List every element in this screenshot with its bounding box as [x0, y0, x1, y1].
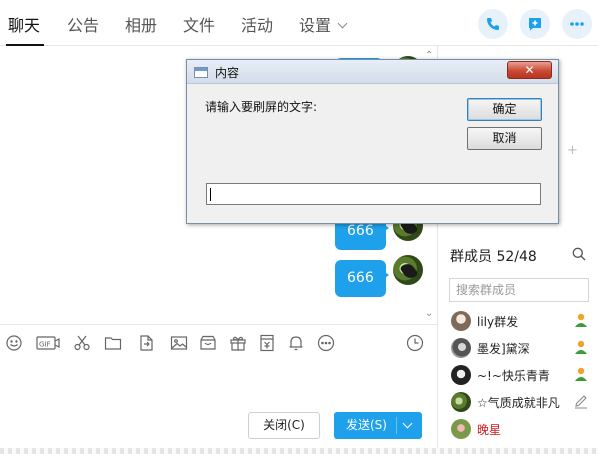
- message-text: 666: [347, 270, 374, 286]
- member-item[interactable]: ~!~快乐青青: [449, 362, 598, 388]
- member-item[interactable]: 晚星: [449, 416, 598, 442]
- plus-icon[interactable]: +: [567, 143, 578, 158]
- member-search-box: [449, 278, 589, 302]
- cancel-button[interactable]: 取消: [467, 127, 542, 150]
- edit-icon[interactable]: [573, 393, 589, 413]
- members-title: 群成员 52/48: [450, 249, 537, 265]
- more-button[interactable]: [562, 9, 592, 39]
- avatar: [451, 392, 471, 412]
- avatar: [393, 255, 423, 285]
- member-name: 晚星: [477, 423, 502, 437]
- avatar: [451, 311, 471, 331]
- tab-settings-label: 设置: [299, 16, 332, 35]
- member-item[interactable]: ☆气质成就非凡: [449, 389, 598, 415]
- member-name: lily群发: [477, 315, 519, 329]
- gif-label: GIF: [39, 341, 51, 349]
- add-app-icon: [529, 18, 541, 31]
- shop-icon[interactable]: [199, 334, 217, 352]
- tab-bar: 聊天 公告 相册 文件 活动 设置: [0, 0, 598, 46]
- avatar: [451, 365, 471, 385]
- send-button-label: 发送(S): [346, 418, 387, 432]
- emoji-icon[interactable]: [5, 334, 23, 352]
- more-icon: [570, 22, 584, 26]
- image-icon[interactable]: [170, 334, 188, 352]
- member-item[interactable]: 墨发]黛深: [449, 335, 598, 361]
- send-divider: [396, 417, 397, 434]
- admin-icon: [573, 339, 589, 359]
- chevron-down-icon[interactable]: [402, 418, 413, 429]
- dialog-text-field: [206, 183, 541, 205]
- tab-announcement[interactable]: 公告: [67, 16, 99, 36]
- message-bubble[interactable]: 666: [335, 260, 386, 297]
- message-input[interactable]: [0, 360, 437, 410]
- member-name: 墨发]黛深: [477, 342, 530, 356]
- input-toolbar: GIF: [0, 324, 437, 360]
- dialog-text-input[interactable]: [207, 184, 540, 204]
- tab-activity[interactable]: 活动: [241, 16, 273, 36]
- dialog-close-button[interactable]: ✕: [507, 61, 552, 79]
- screenshot-icon[interactable]: [73, 334, 91, 352]
- tab-chat[interactable]: 聊天: [8, 16, 40, 36]
- phone-icon: [487, 18, 499, 30]
- tab-settings[interactable]: 设置: [299, 16, 348, 36]
- avatar: [451, 419, 471, 439]
- avatar: [451, 338, 471, 358]
- member-item[interactable]: lily群发: [449, 308, 598, 334]
- bubble-tail: [382, 270, 389, 280]
- history-icon[interactable]: [406, 334, 424, 352]
- scroll-down-icon[interactable]: ⌄: [425, 308, 433, 319]
- input-dialog: 内容 ✕ 请输入要刷屏的文字: 确定 取消: [186, 59, 559, 224]
- dialog-titlebar[interactable]: 内容 ✕: [187, 60, 558, 84]
- taskbar-strip: [0, 448, 598, 454]
- close-button[interactable]: 关闭(C): [248, 412, 320, 439]
- red-packet-icon[interactable]: [258, 334, 276, 352]
- message-text: 666: [347, 223, 374, 239]
- add-app-button[interactable]: [520, 9, 550, 39]
- window-icon: [194, 67, 208, 78]
- bell-icon[interactable]: [287, 334, 305, 352]
- member-search-input[interactable]: [450, 279, 588, 301]
- more-icon[interactable]: [317, 334, 335, 352]
- member-name: ☆气质成就非凡: [477, 396, 560, 410]
- gift-icon[interactable]: [229, 334, 247, 352]
- member-name: ~!~快乐青青: [477, 369, 550, 383]
- phone-button[interactable]: [478, 9, 508, 39]
- file-transfer-icon[interactable]: [138, 334, 156, 352]
- tab-files[interactable]: 文件: [183, 16, 215, 36]
- dialog-title: 内容: [215, 66, 240, 80]
- admin-icon: [573, 366, 589, 386]
- dialog-prompt: 请输入要刷屏的文字:: [205, 100, 318, 114]
- admin-icon: [573, 312, 589, 332]
- folder-icon[interactable]: [104, 334, 122, 352]
- search-icon[interactable]: [572, 247, 586, 265]
- bubble-tail: [382, 223, 389, 233]
- chevron-down-icon: [337, 18, 348, 29]
- send-button[interactable]: 发送(S): [334, 412, 422, 439]
- text-caret: [210, 188, 211, 201]
- gif-icon[interactable]: GIF: [36, 334, 60, 352]
- ok-button[interactable]: 确定: [467, 98, 542, 121]
- tab-album[interactable]: 相册: [125, 16, 157, 36]
